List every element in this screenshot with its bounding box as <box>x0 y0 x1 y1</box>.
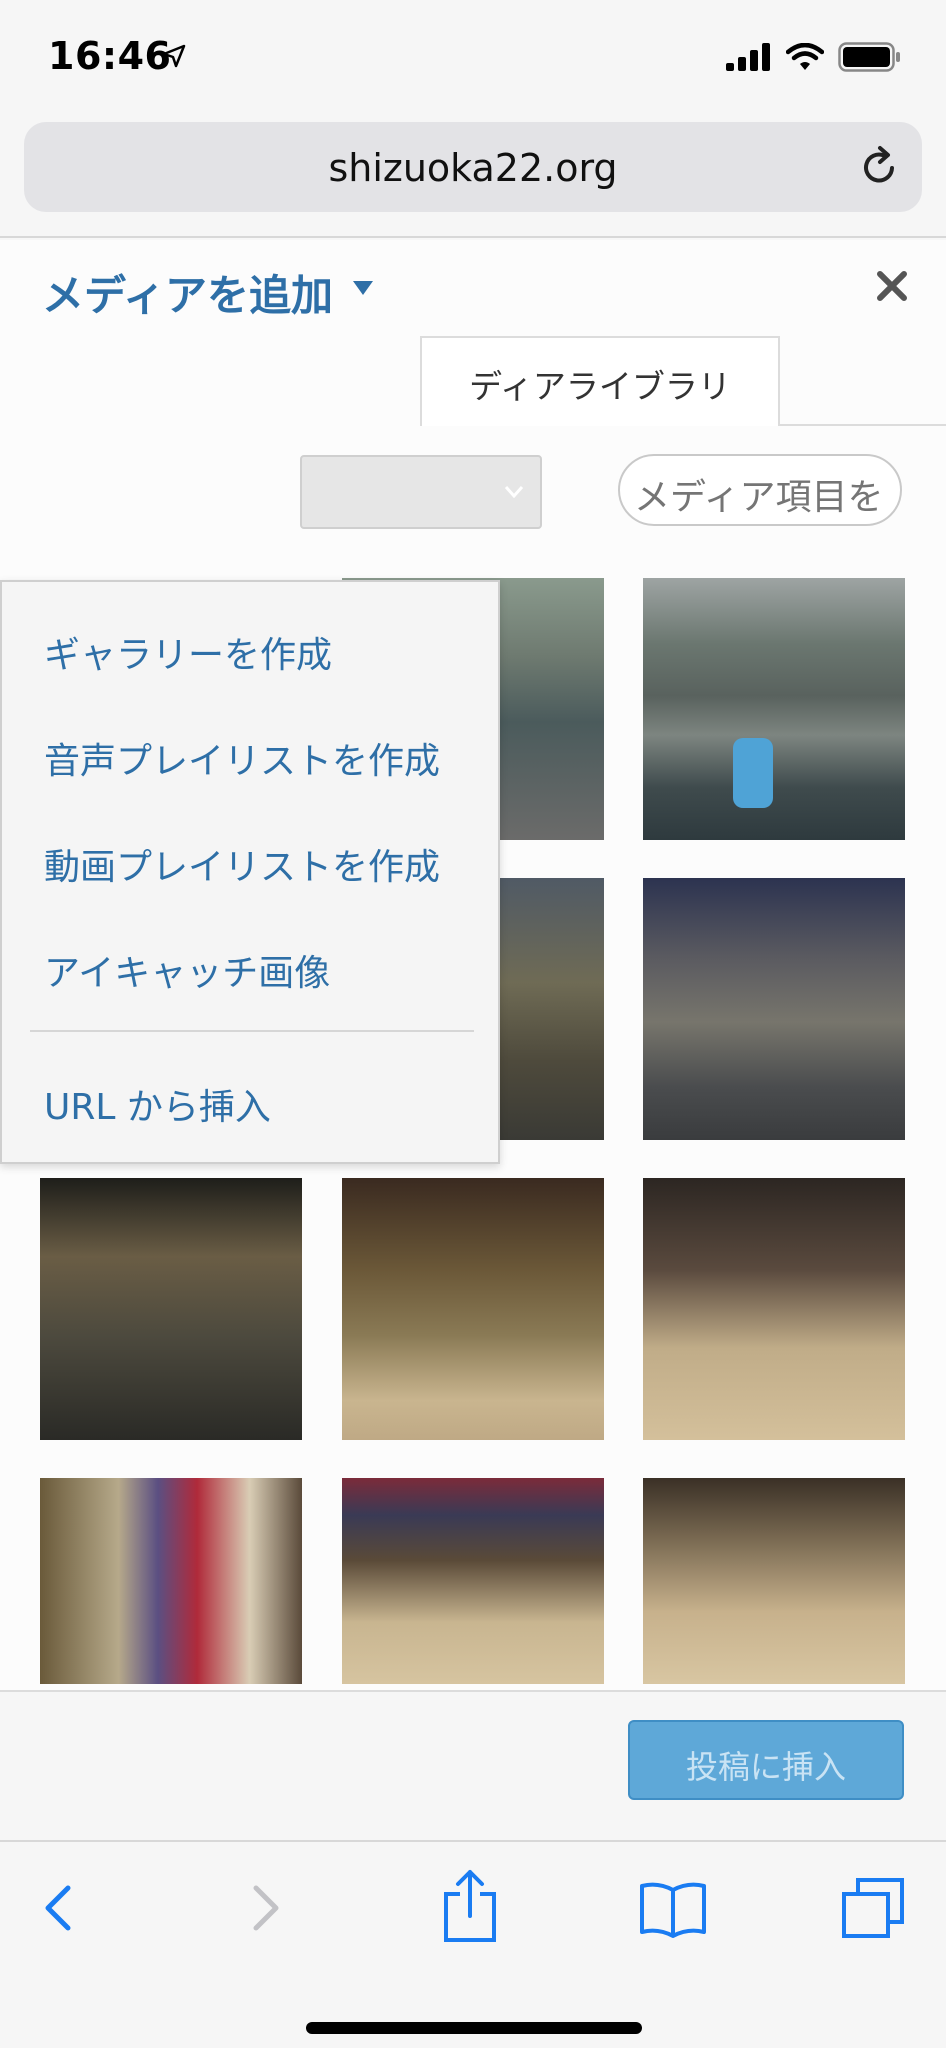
wifi-icon <box>786 43 824 70</box>
media-thumbnail-9[interactable] <box>40 1478 302 1684</box>
media-thumbnail-10[interactable] <box>342 1478 604 1684</box>
media-thumbnail-5[interactable] <box>643 878 905 1140</box>
menu-featured-image[interactable]: アイキャッチ画像 <box>44 944 330 996</box>
media-thumbnail-11[interactable] <box>643 1478 905 1684</box>
menu-create-video-playlist[interactable]: 動画プレイリストを作成 <box>44 838 440 890</box>
reload-icon[interactable] <box>856 144 902 190</box>
add-media-menu-toggle[interactable]: メディアを追加 <box>42 262 333 323</box>
tab-media-library[interactable]: ディアライブラリ <box>420 336 780 426</box>
tabs-icon[interactable] <box>840 1876 906 1940</box>
status-indicators <box>726 42 902 72</box>
add-media-dropdown: ギャラリーを作成 音声プレイリストを作成 動画プレイリストを作成 アイキャッチ画… <box>0 580 500 1164</box>
url-text[interactable]: shizuoka22.org <box>24 146 922 190</box>
modal-footer-toolbar: 投稿に挿入 <box>0 1690 946 1840</box>
browser-address-area: shizuoka22.org <box>0 110 946 238</box>
home-indicator <box>306 2022 642 2034</box>
menu-divider <box>30 1030 474 1032</box>
menu-create-audio-playlist[interactable]: 音声プレイリストを作成 <box>44 732 440 784</box>
media-search-input[interactable] <box>618 454 902 526</box>
media-thumbnail-2[interactable] <box>643 578 905 840</box>
close-icon[interactable] <box>876 270 908 302</box>
battery-icon <box>838 42 900 72</box>
bookmarks-icon[interactable] <box>638 1880 708 1938</box>
menu-insert-from-url[interactable]: URL から挿入 <box>44 1078 271 1130</box>
media-thumbnail-6[interactable] <box>40 1178 302 1440</box>
media-thumbnail-7[interactable] <box>342 1178 604 1440</box>
cellular-signal-icon <box>726 43 770 71</box>
modal-header: メディアを追加 <box>0 240 946 340</box>
browser-toolbar <box>0 1840 946 2048</box>
status-time: 16:46 <box>48 34 172 78</box>
caret-down-icon[interactable] <box>352 280 374 296</box>
status-bar: 16:46 <box>0 0 946 110</box>
address-bar[interactable]: shizuoka22.org <box>24 122 922 212</box>
insert-into-post-button[interactable]: 投稿に挿入 <box>628 1720 904 1800</box>
tab-divider <box>780 424 946 426</box>
share-icon[interactable] <box>442 1868 498 1944</box>
chevron-down-icon <box>504 486 524 499</box>
location-arrow-icon <box>162 44 186 68</box>
menu-create-gallery[interactable]: ギャラリーを作成 <box>44 626 332 678</box>
back-icon[interactable] <box>38 1878 78 1938</box>
media-filter-select[interactable] <box>300 455 542 529</box>
tab-media-library-label: ディアライブラリ <box>469 367 731 406</box>
add-media-modal: メディアを追加 ディアライブラリ ギャラリーを作成 音声プレイリスト <box>0 240 946 1840</box>
media-thumbnail-8[interactable] <box>643 1178 905 1440</box>
forward-icon[interactable] <box>246 1878 286 1938</box>
